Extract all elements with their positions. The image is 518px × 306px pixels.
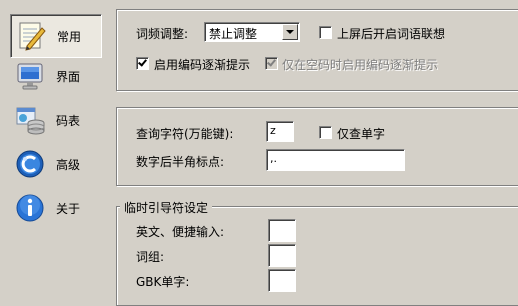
freq-label: 词频调整: <box>136 27 189 41</box>
hint-checkbox[interactable] <box>136 57 149 70</box>
sidebar-item-label: 界面 <box>56 69 81 84</box>
sidebar-item-label: 常用 <box>57 29 82 44</box>
sidebar-item-codetable[interactable]: 码表 <box>10 98 102 142</box>
sidebar-item-label: 关于 <box>56 201 81 216</box>
info-icon <box>16 194 44 222</box>
notepad-icon <box>19 22 46 51</box>
database-icon <box>16 107 45 135</box>
assoc-checkbox[interactable] <box>319 26 332 39</box>
english-label: 英文、便捷输入: <box>136 225 225 239</box>
wildcard-label: 查询字符(万能键): <box>136 127 234 141</box>
sidebar: 常用 界面 码表 高级 关于 <box>0 0 110 301</box>
lookup-group <box>116 107 518 186</box>
freq-select-value: 禁止调整 <box>209 27 258 41</box>
sidebar-item-general[interactable]: 常用 <box>10 14 102 58</box>
single-char-label: 仅查单字 <box>337 127 386 141</box>
guide-group <box>116 206 518 306</box>
monitor-icon <box>17 63 43 90</box>
hint-space-checkbox[interactable] <box>265 57 278 70</box>
hint-space-label: 仅在空码时启用编码逐渐提示 <box>282 58 439 72</box>
freq-select[interactable]: 禁止调整 <box>204 22 300 42</box>
gbk-label: GBK单字: <box>136 275 190 289</box>
guide-group-title: 临时引导符设定 <box>120 199 213 216</box>
assoc-label: 上屏后开启词语联想 <box>337 27 446 41</box>
chevron-down-icon[interactable] <box>282 24 298 40</box>
halfwidth-label: 数字后半角标点: <box>136 155 225 169</box>
phrase-guide-input[interactable] <box>268 244 296 267</box>
sidebar-item-label: 码表 <box>56 113 81 128</box>
single-char-checkbox[interactable] <box>319 126 332 139</box>
advanced-icon <box>16 150 44 178</box>
gbk-guide-input[interactable] <box>268 269 296 292</box>
sidebar-item-label: 高级 <box>56 157 81 172</box>
general-group <box>116 9 518 91</box>
sidebar-item-about[interactable]: 关于 <box>10 186 102 230</box>
wildcard-input[interactable]: z <box>266 121 294 142</box>
phrase-label: 词组: <box>136 250 165 264</box>
hint-label: 启用编码逐渐提示 <box>154 58 251 72</box>
sidebar-item-interface[interactable]: 界面 <box>10 54 102 98</box>
sidebar-item-advanced[interactable]: 高级 <box>10 142 102 186</box>
english-guide-input[interactable] <box>268 219 296 242</box>
halfwidth-input[interactable]: ,. <box>266 149 405 171</box>
